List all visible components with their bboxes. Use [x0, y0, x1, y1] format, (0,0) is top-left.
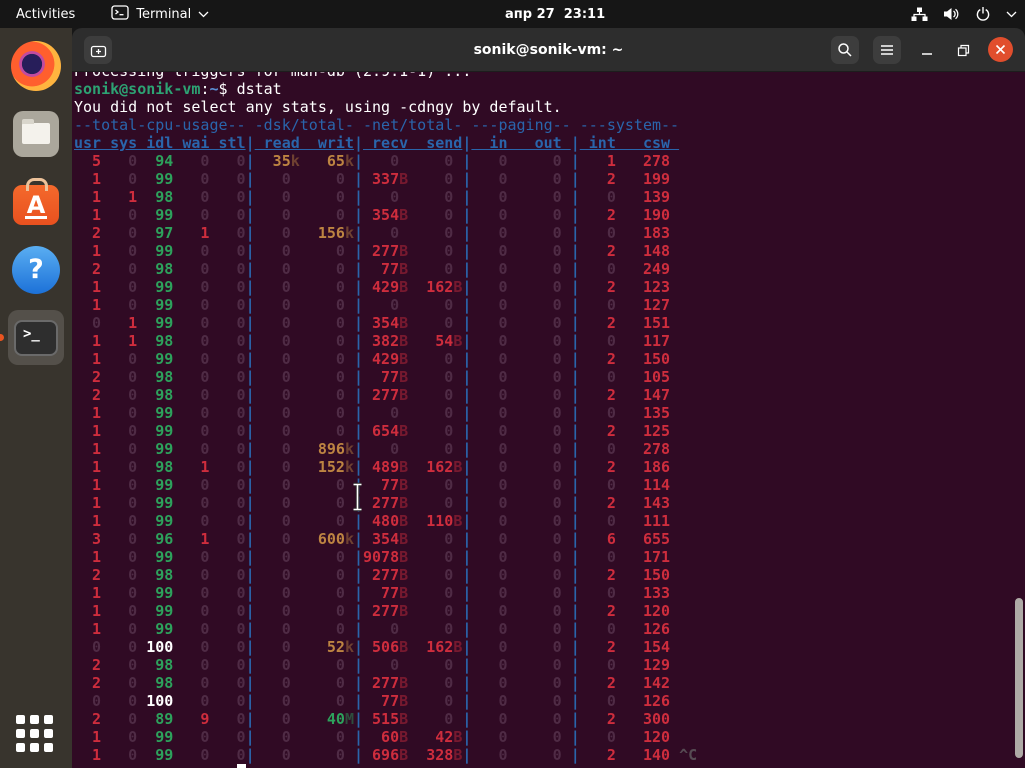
terminal-line: 1 0 99 0 0| 0 0 | 654B 0 | 0 0 | 2 125	[74, 422, 1025, 440]
terminal-line: 2 0 98 0 0| 0 0 | 0 0 | 0 0 | 0 129	[74, 656, 1025, 674]
terminal-line: 0 0 100 0 0| 0 52k| 506B 162B| 0 0 | 2 1…	[74, 638, 1025, 656]
dock-item-files[interactable]	[8, 106, 64, 161]
clock[interactable]: апр 27 23:11	[505, 0, 605, 28]
terminal-output: Processing triggers for man-db (2.9.1-1)…	[72, 72, 1025, 768]
terminal-line: 1 0 99 0 0| 0 0 | 0 0 | 0 0 | 0 135	[74, 404, 1025, 422]
terminal-line: 3 0 96 1 0| 0 600k| 354B 0 | 0 0 | 6 655	[74, 530, 1025, 548]
dock-item-terminal[interactable]: >_	[8, 310, 64, 365]
terminal-line: sonik@sonik-vm:~$ dstat	[74, 80, 1025, 98]
terminal-line: 2 0 98 0 0| 0 0 | 77B 0 | 0 0 | 0 249	[74, 260, 1025, 278]
app-menu-label: Terminal	[136, 7, 191, 22]
firefox-icon	[11, 41, 61, 91]
power-icon	[975, 6, 991, 22]
terminal-line: 1 0 99 0 0| 0 0 | 0 0 | 0 0 | 0 126	[74, 620, 1025, 638]
search-button[interactable]	[831, 36, 859, 64]
scrollbar-thumb[interactable]	[1015, 598, 1023, 758]
running-indicator-dot	[0, 334, 4, 341]
terminal-line: 2 0 98 0 0| 0 0 | 77B 0 | 0 0 | 0 105	[74, 368, 1025, 386]
show-applications-icon	[16, 715, 56, 755]
terminal-line: 1 0 99 0 0| 0 0 | 354B 0 | 0 0 | 2 190	[74, 206, 1025, 224]
activities-button[interactable]: Activities	[0, 0, 91, 28]
terminal-line: 1 0 99 0 0| 0 0 | 77B 0 | 0 0 | 0 133	[74, 584, 1025, 602]
show-applications-button[interactable]	[8, 707, 64, 762]
terminal-line: --total-cpu-usage-- -dsk/total- -net/tot…	[74, 116, 1025, 134]
help-icon: ?	[12, 246, 60, 294]
terminal-line: Processing triggers for man-db (2.9.1-1)…	[74, 72, 1025, 80]
terminal-line: 1 0 99 0 0| 0 0 | 277B 0 | 0 0 | 2 120	[74, 602, 1025, 620]
dock-item-firefox[interactable]	[8, 38, 64, 93]
terminal-line: 1 0 99 0 0| 0 896k| 0 0 | 0 0 | 0 278	[74, 440, 1025, 458]
top-bar: Activities Terminal апр 27 23:11	[0, 0, 1025, 28]
terminal-line: 2 0 97 1 0| 0 156k| 0 0 | 0 0 | 0 183	[74, 224, 1025, 242]
terminal-line: 2 0 89 9 0| 0 40M| 515B 0 | 0 0 | 2 300	[74, 710, 1025, 728]
terminal-line: 1 0 99 0 0| 0 0 | 277B 0 | 0 0 | 2 148	[74, 242, 1025, 260]
chevron-down-icon	[1006, 11, 1017, 18]
terminal-line: 1 1 98 0 0| 0 0 | 382B 54B| 0 0 | 0 117	[74, 332, 1025, 350]
terminal-line: 1 0 99 0 0| 0 0 | 696B 328B| 0 0 | 2 140…	[74, 746, 1025, 764]
chevron-down-icon	[198, 7, 209, 22]
terminal-content[interactable]: Processing triggers for man-db (2.9.1-1)…	[72, 72, 1025, 768]
terminal-line: 1 0 99 0 0| 0 0 | 480B 110B| 0 0 | 0 111	[74, 512, 1025, 530]
files-icon	[13, 111, 59, 157]
terminal-line: 1 0 99 0 0| 0 0 | 277B 0 | 0 0 | 2 143	[74, 494, 1025, 512]
terminal-app-icon	[111, 5, 129, 24]
volume-icon	[943, 7, 960, 21]
dock: A ? >_	[0, 28, 72, 768]
terminal-line: 1 0 99 0 0| 0 0 | 429B 162B| 0 0 | 2 123	[74, 278, 1025, 296]
network-icon	[911, 7, 928, 22]
terminal-line: You did not select any stats, using -cdn…	[74, 98, 1025, 116]
terminal-line: 1 0 99 0 0| 0 0 | 77B 0 | 0 0 | 0 114	[74, 476, 1025, 494]
mouse-cursor-ibeam	[350, 482, 365, 516]
terminal-line: 2 0 98 0 0| 0 0 | 277B 0 | 0 0 | 2 142	[74, 674, 1025, 692]
terminal-line: 1 0 99 0 0| 0 0 | 60B 42B| 0 0 | 0 120	[74, 728, 1025, 746]
terminal-line: 1 0 98 1 0| 0 152k| 489B 162B| 0 0 | 2 1…	[74, 458, 1025, 476]
dock-item-help[interactable]: ?	[8, 242, 64, 297]
terminal-line: 0 1 99 0 0| 0 0 | 354B 0 | 0 0 | 2 151	[74, 314, 1025, 332]
terminal-icon: >_	[14, 320, 58, 356]
app-menu-terminal[interactable]: Terminal	[107, 0, 213, 28]
close-button[interactable]	[988, 37, 1013, 62]
terminal-line	[74, 764, 1025, 768]
terminal-line: 1 1 98 0 0| 0 0 | 0 0 | 0 0 | 0 139	[74, 188, 1025, 206]
terminal-line: 1 0 99 0 0| 0 0 | 337B 0 | 0 0 | 2 199	[74, 170, 1025, 188]
terminal-line: usr sys idl wai stl| read writ| recv sen…	[74, 134, 1025, 152]
terminal-line: 2 0 98 0 0| 0 0 | 277B 0 | 0 0 | 2 150	[74, 566, 1025, 584]
terminal-line: 1 0 99 0 0| 0 0 |9078B 0 | 0 0 | 0 171	[74, 548, 1025, 566]
terminal-line: 5 0 94 0 0| 35k 65k| 0 0 | 0 0 | 1 278	[74, 152, 1025, 170]
terminal-line: 0 0 100 0 0| 0 0 | 77B 0 | 0 0 | 0 126	[74, 692, 1025, 710]
terminal-cursor	[237, 764, 246, 768]
system-status-area[interactable]	[911, 0, 1017, 28]
terminal-window: sonik@sonik-vm: ~	[72, 28, 1025, 768]
ubuntu-software-icon: A	[13, 185, 59, 225]
terminal-line: 1 0 99 0 0| 0 0 | 429B 0 | 0 0 | 2 150	[74, 350, 1025, 368]
terminal-line: 1 0 99 0 0| 0 0 | 0 0 | 0 0 | 0 127	[74, 296, 1025, 314]
titlebar[interactable]: sonik@sonik-vm: ~	[72, 28, 1025, 72]
menu-button[interactable]	[873, 36, 901, 64]
dock-item-ubuntu-software[interactable]: A	[8, 174, 64, 229]
restore-button[interactable]	[949, 36, 977, 64]
minimize-button[interactable]	[913, 36, 941, 64]
terminal-line: 2 0 98 0 0| 0 0 | 277B 0 | 0 0 | 2 147	[74, 386, 1025, 404]
